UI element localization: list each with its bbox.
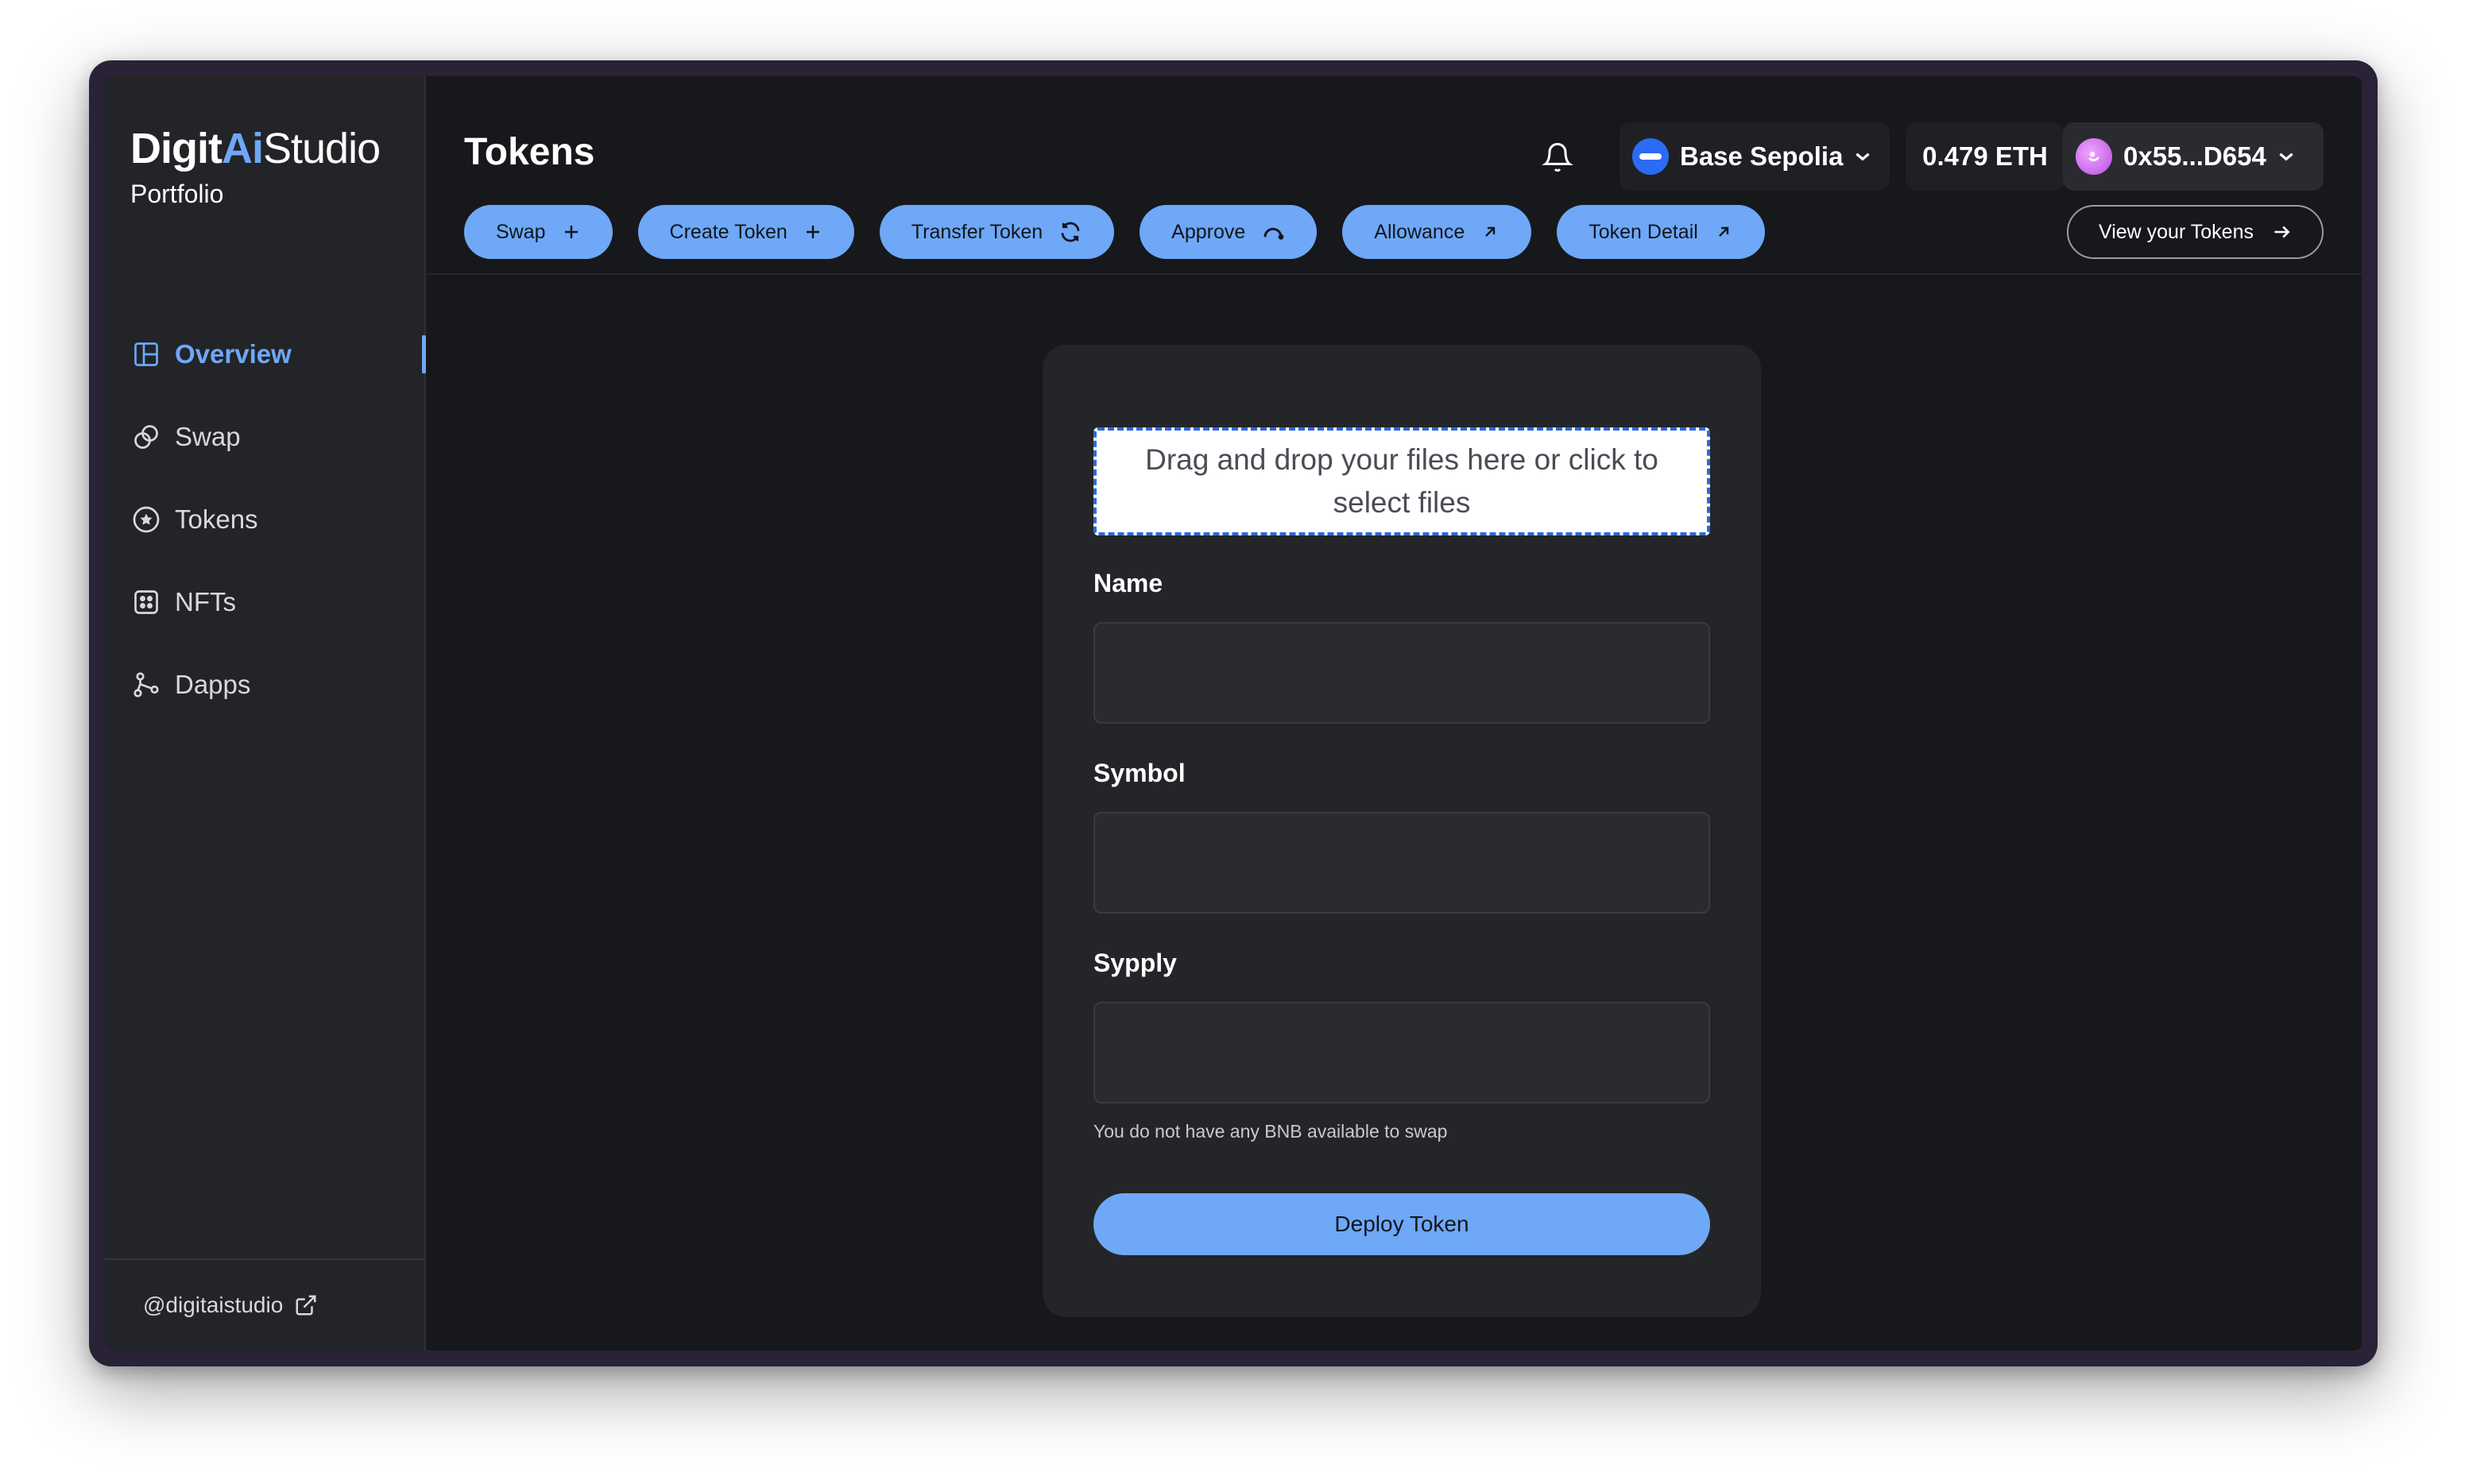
dropzone-text: Drag and drop your files here or click t… bbox=[1145, 443, 1658, 519]
sidebar-nav: Overview Swap Tokens NFTs Dapps bbox=[105, 313, 426, 726]
file-dropzone[interactable]: Drag and drop your files here or click t… bbox=[1093, 427, 1710, 535]
name-label: Name bbox=[1093, 569, 1163, 597]
balance-value: 0.479 ETH bbox=[1922, 141, 2048, 171]
chevron-down-icon bbox=[1852, 146, 1873, 167]
sidebar-item-swap[interactable]: Swap bbox=[105, 396, 424, 478]
brand-subtitle: Portfolio bbox=[130, 180, 224, 208]
app-shell: DigitAiStudio Portfolio Overview Swap bbox=[105, 76, 2362, 1351]
transfer-token-button-label: Transfer Token bbox=[911, 220, 1043, 243]
main-content: Tokens Base Sepolia 0.479 ETH 0x55...D65… bbox=[426, 76, 2362, 1351]
name-field[interactable] bbox=[1093, 622, 1710, 724]
sidebar-item-label: Overview bbox=[175, 339, 292, 369]
token-detail-button[interactable]: Token Detail bbox=[1557, 205, 1765, 259]
deploy-token-button[interactable]: Deploy Token bbox=[1093, 1193, 1710, 1255]
create-token-button[interactable]: Create Token bbox=[637, 205, 854, 259]
external-link-icon bbox=[294, 1293, 318, 1317]
network-name: Base Sepolia bbox=[1680, 141, 1844, 171]
network-selector[interactable]: Base Sepolia bbox=[1619, 122, 1890, 191]
brand-logo[interactable]: Digit Ai Studio Portfolio bbox=[130, 124, 381, 209]
account-selector[interactable]: 0x55...D654 bbox=[2063, 122, 2324, 191]
brand-part-2: Ai bbox=[221, 125, 264, 172]
refresh-icon bbox=[1058, 220, 1082, 244]
balance-hint: You do not have any BNB available to swa… bbox=[1093, 1121, 1448, 1142]
layout-icon bbox=[130, 338, 162, 370]
app-window: DigitAiStudio Portfolio Overview Swap bbox=[89, 60, 2378, 1366]
token-detail-button-label: Token Detail bbox=[1589, 220, 1698, 243]
plus-icon bbox=[803, 222, 822, 242]
sidebar: DigitAiStudio Portfolio Overview Swap bbox=[105, 76, 426, 1351]
supply-label: Sypply bbox=[1093, 949, 1177, 977]
brand-part-3: Studio bbox=[262, 125, 381, 172]
approve-button-label: Approve bbox=[1171, 220, 1246, 243]
chevron-down-icon bbox=[2276, 146, 2297, 167]
social-handle: @digitaistudio bbox=[143, 1293, 284, 1317]
create-token-form: Drag and drop your files here or click t… bbox=[1043, 345, 1761, 1317]
swap-button-label: Swap bbox=[496, 220, 546, 243]
sidebar-item-tokens[interactable]: Tokens bbox=[105, 478, 424, 561]
account-avatar bbox=[2076, 138, 2112, 175]
arrow-right-icon bbox=[2271, 222, 2292, 242]
arc-icon bbox=[1261, 220, 1285, 244]
sidebar-item-label: Dapps bbox=[175, 670, 251, 699]
swap-button[interactable]: Swap bbox=[464, 205, 613, 259]
balance-display: 0.479 ETH bbox=[1906, 122, 2064, 191]
allowance-button-label: Allowance bbox=[1374, 220, 1465, 243]
plus-icon bbox=[562, 222, 581, 242]
sidebar-item-label: Swap bbox=[175, 422, 241, 451]
sidebar-item-label: Tokens bbox=[175, 504, 258, 534]
symbol-field[interactable] bbox=[1093, 812, 1710, 914]
symbol-label: Symbol bbox=[1093, 759, 1186, 787]
top-bar: Tokens Base Sepolia 0.479 ETH 0x55...D65… bbox=[426, 76, 2362, 275]
arrow-up-right-icon bbox=[1480, 222, 1500, 242]
social-link[interactable]: @digitaistudio bbox=[105, 1258, 424, 1351]
supply-field[interactable] bbox=[1093, 1002, 1710, 1103]
bell-icon[interactable] bbox=[1538, 137, 1577, 178]
grid-icon bbox=[130, 586, 162, 618]
account-address: 0x55...D654 bbox=[2123, 141, 2266, 171]
view-tokens-button[interactable]: View your Tokens bbox=[2066, 205, 2324, 259]
allowance-button[interactable]: Allowance bbox=[1342, 205, 1532, 259]
brand-title: Digit Ai Studio bbox=[130, 124, 381, 173]
create-token-button-label: Create Token bbox=[669, 220, 787, 243]
sidebar-item-nfts[interactable]: NFTs bbox=[105, 561, 424, 643]
transfer-token-button[interactable]: Transfer Token bbox=[879, 205, 1115, 259]
brand-part-1: Digit bbox=[130, 125, 223, 172]
action-bar: Swap Create Token Transfer Token Approve… bbox=[464, 205, 1765, 259]
sidebar-item-label: NFTs bbox=[175, 587, 236, 616]
swap-icon bbox=[130, 421, 162, 453]
nodes-icon bbox=[130, 669, 162, 701]
star-coin-icon bbox=[130, 504, 162, 535]
approve-button[interactable]: Approve bbox=[1140, 205, 1318, 259]
base-network-icon bbox=[1632, 138, 1669, 175]
sidebar-item-overview[interactable]: Overview bbox=[105, 313, 426, 396]
page-title: Tokens bbox=[464, 131, 595, 173]
view-tokens-label: View your Tokens bbox=[2098, 220, 2254, 243]
sidebar-item-dapps[interactable]: Dapps bbox=[105, 643, 424, 726]
arrow-up-right-icon bbox=[1714, 222, 1733, 242]
